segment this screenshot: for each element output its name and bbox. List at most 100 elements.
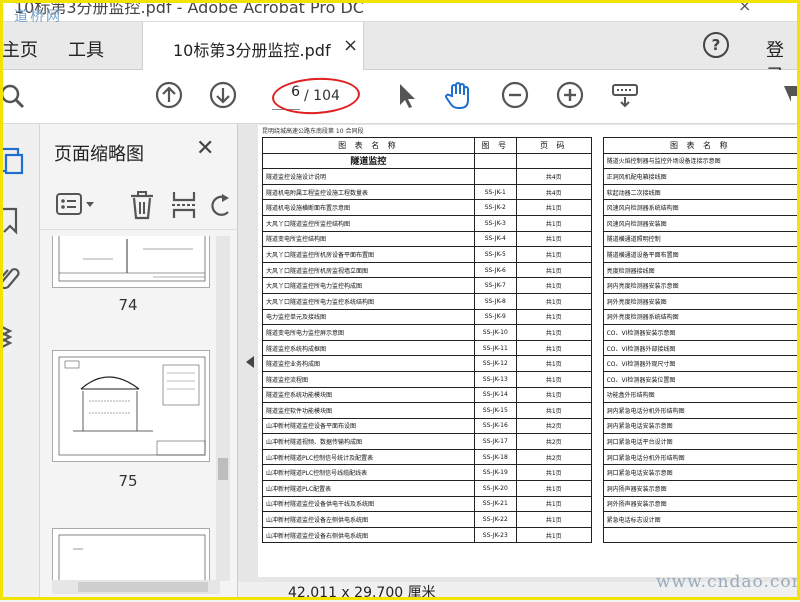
- column-header: 图 表 名 称: [602, 137, 799, 154]
- table-cell: SS-JK-15: [473, 402, 517, 419]
- table-cell: 大风丫口隧道监控所电力监控构成图: [262, 277, 475, 294]
- tab-close-icon[interactable]: ×: [343, 35, 358, 56]
- search-icon[interactable]: [0, 80, 30, 110]
- table-cell: 大风丫口隧道监控所电力监控系统结构图: [262, 292, 475, 310]
- table-row: 山冲新村隧道监控设备平面布设图 SS-JK-16 共2页 洞内紧急电话安装示意图: [262, 417, 799, 435]
- drawing-index-table: 图 表 名 称 图 号 页 码 图 表 名 称 隧道监控 隧道火焰控制器与监控外…: [262, 137, 799, 544]
- table-cell: 风速风向检测器系统结构图: [602, 199, 799, 216]
- table-cell: SS-JK-20: [473, 480, 517, 497]
- column-gap: [590, 511, 604, 528]
- window-title-bar: 10标第3分册监控.pdf - Adobe Acrobat Pro DC 道桥网…: [0, 0, 800, 25]
- table-row: 隧道监控系统功能模块图 SS-JK-14 共1页 功能盒外形结构图: [262, 386, 799, 404]
- column-gap: [590, 340, 604, 356]
- table-row: 电力监控单元及接线图 SS-JK-9 共1页 洞外亮度检测器系统结构图: [262, 308, 799, 326]
- tab-tools[interactable]: 工具: [68, 36, 104, 62]
- zoom-out-icon[interactable]: [500, 80, 530, 110]
- table-row: 隧道监控设施设计说明 共4页 正洞风机配电箱接线图: [262, 168, 799, 185]
- scrollbar-thumb[interactable]: [218, 458, 228, 480]
- thumbnail-horizontal-scrollbar[interactable]: [52, 580, 220, 594]
- table-cell: SS-JK-4: [473, 230, 517, 248]
- column-gap: [590, 355, 604, 372]
- column-gap: [590, 496, 604, 512]
- table-cell: SS-JK-1: [473, 183, 517, 201]
- select-pointer-icon[interactable]: [392, 80, 422, 110]
- help-button[interactable]: ?: [703, 32, 729, 58]
- scrollbar-thumb[interactable]: [78, 582, 208, 592]
- table-cell: 洞内紧急电话分机外形结构图: [602, 402, 799, 419]
- table-row: 山冲新村隧道视频、数据传输构成图 SS-JK-17 共2页 洞口紧急电话平台设计图: [262, 433, 799, 450]
- share-icon[interactable]: [780, 80, 800, 110]
- table-cell: 大风丫口隧道监控所机房监视墙立面图: [262, 261, 475, 279]
- table-row: 隧道监控流程图 SS-JK-13 共1页 CO、VI检测器安装位置图: [262, 370, 799, 388]
- table-cell: 共1页: [515, 308, 592, 326]
- table-cell: 功能盒外形结构图: [602, 386, 799, 404]
- table-cell: CO、VI检测器安装位置图: [602, 370, 799, 388]
- table-row: 隧道监控系统构成框图 SS-JK-11 共1页 CO、VI检测器外部接线图: [262, 339, 799, 357]
- table-cell: 共2页: [515, 433, 592, 450]
- table-cell: 软起动器二次接线图: [602, 183, 799, 201]
- column-gap: [590, 168, 604, 185]
- layers-icon[interactable]: [0, 320, 24, 350]
- column-gap: [590, 215, 604, 232]
- column-gap: [590, 231, 604, 247]
- thumbnail-page-75[interactable]: [52, 350, 210, 462]
- table-cell: 山冲新村隧道PLC配置表: [262, 480, 475, 497]
- attachment-icon[interactable]: [0, 262, 24, 292]
- table-cell: 大风丫口隧道监控所机房设备平面布置图: [262, 246, 475, 263]
- page-thumbnails-icon[interactable]: [0, 146, 24, 176]
- keyboard-download-icon[interactable]: [610, 80, 640, 110]
- table-cell: SS-JK-9: [473, 308, 517, 326]
- zoom-in-icon[interactable]: [555, 80, 585, 110]
- hand-tool-icon[interactable]: [444, 80, 474, 110]
- page-header: 昆明绕城高速公路东南段第 10 合同段: [262, 128, 364, 135]
- table-cell: SS-JK-18: [473, 448, 517, 466]
- table-cell: SS-JK-17: [473, 433, 517, 450]
- table-row: 隧道变电所监控结构图 SS-JK-4 共1页 隧道横通道照明控制: [262, 230, 799, 248]
- table-cell: SS-JK-3: [473, 214, 517, 232]
- split-page-icon[interactable]: [170, 190, 198, 220]
- table-cell: 隧道机电设施横断面布置示意图: [262, 199, 475, 216]
- table-row: 隧道机电附属工程监控设施工程数量表 SS-JK-1 共4页 软起动器二次接线图: [262, 183, 799, 201]
- table-cell: 隧道监控系统构成框图: [262, 339, 475, 357]
- rotate-icon[interactable]: [210, 192, 232, 218]
- thumbnail-page-76[interactable]: [52, 528, 210, 581]
- table-cell: 隧道变电所监控结构图: [262, 230, 475, 248]
- column-gap: [590, 137, 604, 154]
- table-cell: 大风丫口隧道监控所监控结构图: [262, 214, 475, 232]
- table-row: 山冲新村隧道PLC控制信号统计及配置表 SS-JK-18 共2页 洞口紧急电话分机外形…: [262, 448, 799, 466]
- window-close-button[interactable]: ×: [738, 0, 751, 15]
- trash-icon[interactable]: [128, 190, 156, 220]
- previous-page-button[interactable]: [154, 80, 184, 110]
- table-cell: SS-JK-11: [473, 339, 517, 357]
- table-cell: 共1页: [515, 386, 592, 404]
- main-toolbar: 6 / 104: [0, 70, 800, 124]
- tab-home[interactable]: 主页: [2, 36, 38, 62]
- next-page-button[interactable]: [208, 80, 238, 110]
- thumbnail-page-74[interactable]: [52, 236, 210, 288]
- table-row: 山冲新村隧道监控设备左侧供电系统图 SS-JK-22 共1页 紧急电话标志设计图: [262, 511, 799, 528]
- table-cell: SS-JK-22: [473, 511, 517, 528]
- table-cell: 隧道监控业务构成图: [262, 355, 475, 372]
- table-cell: 洞内亮度检测器安装示意图: [602, 277, 799, 294]
- collapse-panel-arrow-icon[interactable]: [246, 356, 254, 368]
- table-cell: 紧急电话标志设计图: [602, 511, 799, 528]
- table-row: 大风丫口隧道监控所监控结构图 SS-JK-3 共1页 风速风向检测器安装图: [262, 214, 799, 232]
- column-gap: [590, 246, 604, 263]
- table-cell: 隧道火焰控制器与监控外场设备连接示意图: [602, 152, 799, 170]
- tab-document[interactable]: 10标第3分册监控.pdf ×: [142, 22, 364, 70]
- bookmark-icon[interactable]: [0, 206, 24, 236]
- table-row: 山冲新村隧道PLC控制信号线缆配线表 SS-JK-19 共1页 洞口紧急电话安装示意图: [262, 464, 799, 482]
- panel-close-icon[interactable]: ✕: [196, 136, 214, 161]
- table-header-row: 图 表 名 称 图 号 页 码 图 表 名 称: [262, 137, 799, 154]
- column-gap: [590, 184, 604, 200]
- table-cell: 共1页: [515, 464, 592, 482]
- column-gap: [590, 464, 604, 481]
- table-cell: 共1页: [515, 355, 592, 372]
- thumbnail-options-icon[interactable]: [56, 192, 100, 218]
- table-cell: 洞口紧急电话分机外形结构图: [602, 448, 799, 466]
- table-cell: 共4页: [515, 183, 592, 201]
- table-cell: SS-JK-7: [473, 277, 517, 294]
- table-cell: 隧道监控流程图: [262, 370, 475, 388]
- thumbnail-vertical-scrollbar[interactable]: [216, 236, 230, 581]
- table-cell: 共2页: [515, 417, 592, 435]
